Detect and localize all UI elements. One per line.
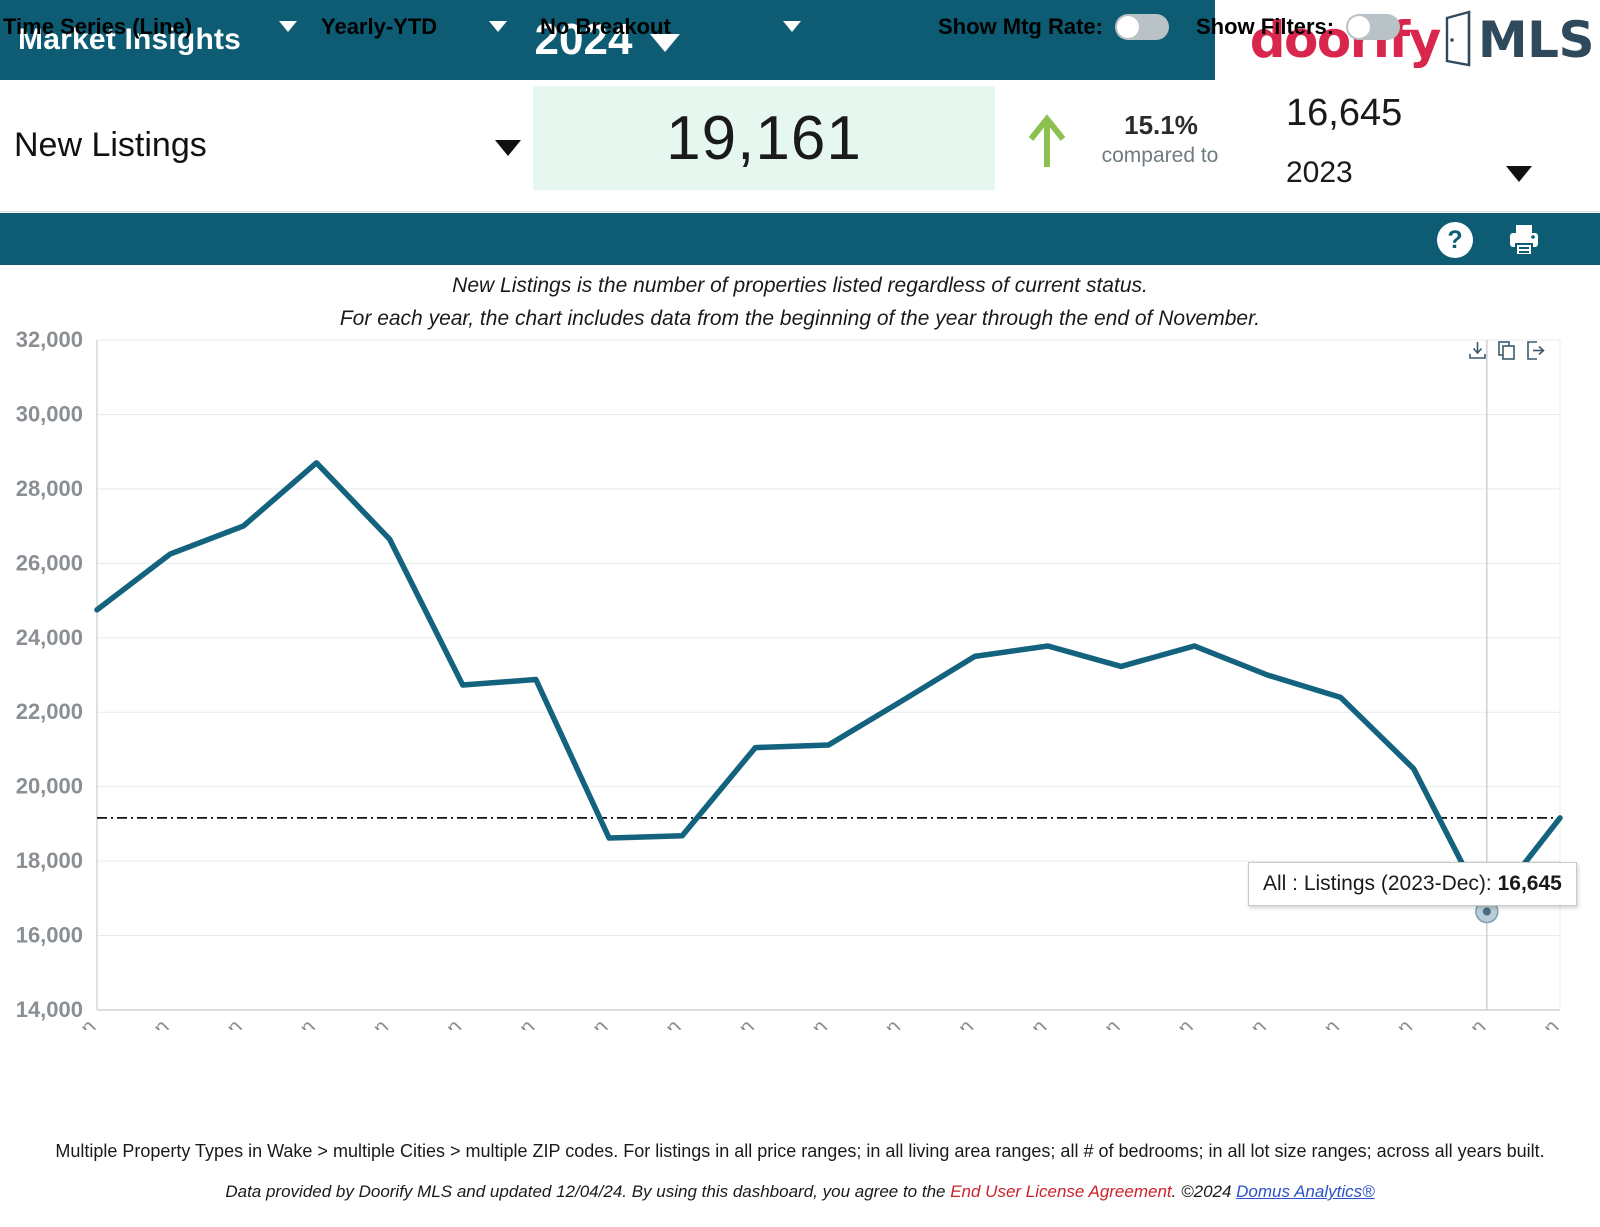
copy-icon[interactable] <box>1497 341 1516 365</box>
compare-value: 16,645 <box>1286 92 1403 134</box>
export-icon[interactable] <box>1526 341 1545 365</box>
header-teal-bar: Market Insights 2024 <box>0 0 1215 80</box>
y-axis-tick-label: 26,000 <box>16 550 83 575</box>
chart-note-line2: For each year, the chart includes data f… <box>339 307 1261 330</box>
show-mtg-rate-toggle[interactable] <box>1115 14 1169 40</box>
breakout-caret-icon[interactable] <box>783 21 801 32</box>
chart-type-caret-icon[interactable] <box>279 21 297 32</box>
y-axis-tick-label: 14,000 <box>16 997 83 1022</box>
breakout-select[interactable]: No Breakout <box>540 14 671 40</box>
tooltip-label: All : Listings (2023-Dec): <box>1263 872 1498 895</box>
y-axis-tick-label: 30,000 <box>16 401 83 426</box>
eula-link[interactable]: End User License Agreement <box>950 1182 1171 1201</box>
x-axis-tick-label: 2013-Jan <box>608 1015 686 1030</box>
y-axis-tick-label: 28,000 <box>16 476 83 501</box>
filter-summary: Multiple Property Types in Wake > multip… <box>55 1141 1545 1161</box>
metric-dropdown-caret-icon[interactable] <box>495 140 521 156</box>
show-mtg-rate-label: Show Mtg Rate: <box>938 14 1103 39</box>
chart-container: 14,000 16,000 18,000 20,000 22,000 24,000 26,0… <box>0 327 1600 1093</box>
download-icon[interactable] <box>1468 341 1487 365</box>
x-axis-tick-label: 2010-Jan <box>388 1015 466 1030</box>
chart-toolbar <box>0 213 1600 265</box>
print-button[interactable] <box>1505 222 1543 258</box>
x-axis-tick-label: 2009-Jan <box>315 1015 393 1030</box>
credit-text-b: . ©2024 <box>1171 1182 1237 1201</box>
help-button[interactable]: ? <box>1437 222 1473 258</box>
compare-year-dropdown-caret-icon[interactable] <box>1506 166 1532 182</box>
chart-tooltip: All : Listings (2023-Dec): 16,645 <box>1248 862 1577 906</box>
x-axis-tick-label: 2016-Jan <box>827 1015 905 1030</box>
y-axis-tick-label: 22,000 <box>16 699 83 724</box>
logo-mls-text: MLS <box>1477 11 1595 69</box>
market-insights-dashboard: Market Insights 2024 doorify MLS New Lis… <box>0 0 1600 1227</box>
kpi-value: 19,161 <box>666 103 862 173</box>
kpi-value-box: 19,161 <box>533 86 995 190</box>
y-axis-tick-label: 18,000 <box>16 848 83 873</box>
series-line <box>94 460 1563 915</box>
metric-label: New Listings <box>14 126 207 164</box>
compare-year: 2023 <box>1286 156 1353 189</box>
x-axis-tick-label: 2006-Jan <box>95 1015 173 1030</box>
x-axis-tick-label: 2017-Jan <box>900 1015 978 1030</box>
chart-type-select[interactable]: Time Series (Line) <box>3 14 192 40</box>
x-axis-tick-label: 2019-Jan <box>1046 1015 1124 1030</box>
percent-change: 15.1% <box>1124 110 1198 140</box>
compared-to-label: compared to <box>1101 144 1219 167</box>
y-axis-tick-label: 24,000 <box>16 625 83 650</box>
x-axis-tick-label: 2014-Jan <box>681 1015 759 1030</box>
x-axis-tick-label: 2023-Jan <box>1339 1015 1417 1030</box>
period-select[interactable]: Yearly-YTD <box>321 14 437 40</box>
x-axis-tick-label: 2024-Jan <box>1412 1015 1490 1030</box>
y-axis-tick-label: 20,000 <box>16 774 83 799</box>
chart-note-line1: New Listings is the number of properties… <box>452 274 1148 297</box>
x-axis-tick-label: 2007-Jan <box>169 1015 247 1030</box>
x-axis-tick-label: 2012-Jan <box>534 1015 612 1030</box>
domus-analytics-link[interactable]: Domus Analytics® <box>1236 1182 1375 1201</box>
show-filters-toggle[interactable] <box>1346 14 1401 40</box>
trend-up-icon <box>1026 113 1068 169</box>
door-icon <box>1440 9 1474 72</box>
top-header: Market Insights 2024 doorify MLS <box>0 0 1600 80</box>
show-mtg-rate-group: Show Mtg Rate: <box>938 14 1169 40</box>
y-axis-tick-label: 16,000 <box>16 923 83 948</box>
time-series-line-chart[interactable]: 14,000 16,000 18,000 20,000 22,000 24,000 26,0… <box>0 327 1600 1093</box>
x-axis-tick-label: 2022-Jan <box>1266 1015 1344 1030</box>
credit-text-a: Data provided by Doorify MLS and updated… <box>225 1182 951 1201</box>
y-axis-tick-label: 32,000 <box>16 330 83 352</box>
brand-logo: doorify MLS <box>1215 0 1600 80</box>
x-axis-tick-label: 2025-Jan <box>1485 1015 1563 1030</box>
x-axis-tick-label: 2020-Jan <box>1120 1015 1198 1030</box>
show-filters-label: Show Filters: <box>1196 14 1335 39</box>
x-axis-tick-label: 2015-Jan <box>754 1015 832 1030</box>
x-axis-tick-label: 2008-Jan <box>242 1015 320 1030</box>
x-axis-tick-label: 2018-Jan <box>973 1015 1051 1030</box>
credit-line: Data provided by Doorify MLS and updated… <box>0 1182 1600 1202</box>
x-axis-tick-label: 2011-Jan <box>462 1015 539 1030</box>
x-axis-tick-label: 2021-Jan <box>1193 1015 1271 1030</box>
show-filters-group: Show Filters: <box>1196 14 1401 40</box>
period-caret-icon[interactable] <box>489 21 507 32</box>
chart-action-icons <box>1468 341 1545 365</box>
tooltip-value: 16,645 <box>1497 872 1562 895</box>
